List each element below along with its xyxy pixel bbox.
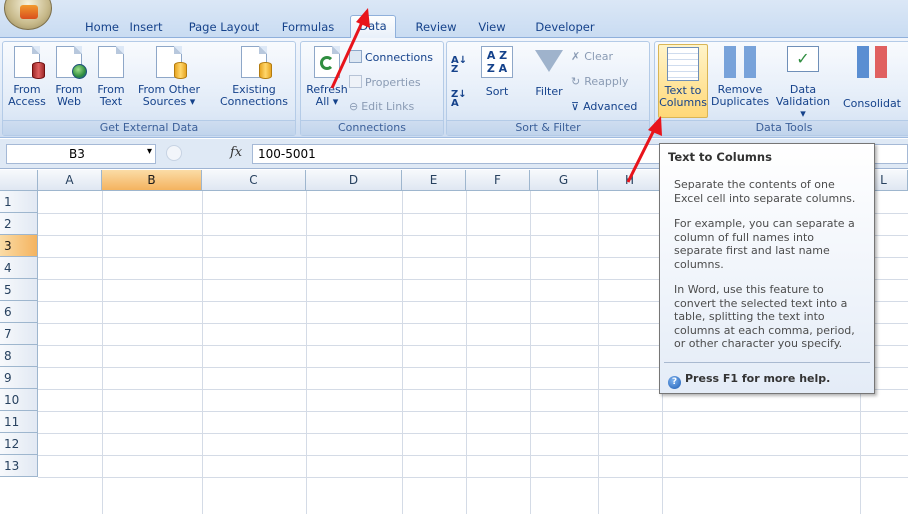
row-header-9[interactable]: 9 [0,367,38,389]
tooltip-title: Text to Columns [668,150,772,164]
tab-developer[interactable]: Developer [532,17,598,38]
tab-page-layout[interactable]: Page Layout [186,17,262,38]
database-icon [156,46,187,79]
row-header-5[interactable]: 5 [0,279,38,301]
office-button[interactable] [4,0,52,30]
gridline [38,433,908,434]
row-header-3[interactable]: 3 [0,235,38,257]
sort-ascending-button[interactable]: A↓ Z [451,55,468,75]
existing-connections-icon [241,46,272,79]
column-header-b[interactable]: B [102,170,202,191]
cancel-formula-icon[interactable] [166,145,182,161]
ribbon: From Access From Web From Text From Other So… [0,38,908,138]
gridline [202,191,203,514]
remove-duplicates-button[interactable]: Remove Duplicates [711,46,769,108]
column-header-d[interactable]: D [306,170,402,191]
group-label-sort-filter: Sort & Filter [447,120,649,135]
reapply-icon: ↻ [571,75,581,88]
from-other-sources-button[interactable]: From Other Sources ▾ [131,46,207,108]
globe-icon [56,46,87,79]
row-header-11[interactable]: 11 [0,411,38,433]
gridline [102,191,103,514]
sort-za-icon: Z↓ A [451,89,467,109]
group-get-external-data: From Access From Web From Text From Other So… [2,41,296,136]
row-header-6[interactable]: 6 [0,301,38,323]
data-validation-icon: ✓ [787,46,819,72]
advanced-filter-icon: ⊽ [571,100,580,113]
clear-filter-button[interactable]: ✗ Clear [571,50,613,63]
existing-connections-button[interactable]: Existing Connections [217,46,291,108]
consolidate-icon [857,46,887,78]
gridline [38,477,908,478]
text-file-icon [98,46,124,78]
annotation-arrow-data-tab [330,8,370,89]
group-label-get-external-data: Get External Data [3,120,295,135]
text-to-columns-button[interactable]: Text to Columns [658,44,708,118]
from-web-button[interactable]: From Web [49,46,89,108]
row-header-4[interactable]: 4 [0,257,38,279]
remove-duplicates-icon [724,46,756,78]
help-icon: ? [668,376,681,389]
gridline [466,191,467,514]
filter-button[interactable]: Filter [529,46,569,98]
tooltip-paragraph-2: For example, you can separate a column o… [674,217,855,271]
tooltip-help: ? Press F1 for more help. [668,372,830,389]
column-header-a[interactable]: A [38,170,102,191]
tab-review[interactable]: Review [412,17,460,38]
row-header-13[interactable]: 13 [0,455,38,477]
edit-links-button[interactable]: ⊖ Edit Links [349,100,414,113]
tooltip-paragraph-1: Separate the contents of one Excel cell … [674,178,856,205]
gridline [402,191,403,514]
column-header-e[interactable]: E [402,170,466,191]
tooltip-paragraph-3: In Word, use this feature to convert the… [674,283,855,350]
sort-dialog-icon: A ZZ A [481,46,513,78]
access-icon [14,46,45,79]
name-box[interactable]: B3 ▾ [6,144,156,164]
ribbon-tab-bar: Home Insert Page Layout Formulas Data Re… [0,0,908,39]
sort-descending-button[interactable]: Z↓ A [451,89,467,109]
clear-filter-icon: ✗ [571,50,581,63]
column-header-c[interactable]: C [202,170,306,191]
tooltip-divider [664,362,870,363]
gridline [598,191,599,514]
gridline [530,191,531,514]
gridline [306,191,307,514]
text-to-columns-tooltip: Text to Columns Separate the contents of… [659,143,875,394]
tab-home[interactable]: Home [80,17,124,38]
tab-insert[interactable]: Insert [124,17,168,38]
from-access-button[interactable]: From Access [7,46,47,108]
sort-button[interactable]: A ZZ A Sort [477,46,517,98]
function-icon[interactable]: fx [230,145,242,160]
column-header-g[interactable]: G [530,170,598,191]
from-text-button[interactable]: From Text [91,46,131,108]
consolidate-button[interactable]: Consolidat [837,46,907,110]
data-validation-button[interactable]: ✓ Data Validation ▾ [773,46,833,120]
funnel-icon [535,50,563,72]
column-header-f[interactable]: F [466,170,530,191]
gridline [38,455,908,456]
reapply-button[interactable]: ↻ Reapply [571,75,628,88]
name-box-dropdown-icon[interactable]: ▾ [147,146,152,157]
tab-view[interactable]: View [472,17,512,38]
row-header-10[interactable]: 10 [0,389,38,411]
row-header-7[interactable]: 7 [0,323,38,345]
select-all-corner[interactable] [0,170,38,191]
group-label-data-tools: Data Tools [655,120,908,135]
group-label-connections: Connections [301,120,443,135]
group-data-tools: Text to Columns Remove Duplicates ✓ Data Va… [654,41,908,136]
row-header-2[interactable]: 2 [0,213,38,235]
row-header-1[interactable]: 1 [0,191,38,213]
text-to-columns-icon [667,47,699,81]
row-header-8[interactable]: 8 [0,345,38,367]
row-header-12[interactable]: 12 [0,433,38,455]
name-box-value: B3 [69,147,85,161]
gridline [38,411,908,412]
annotation-arrow-text-to-columns [626,116,662,183]
link-icon: ⊖ [349,100,359,113]
office-logo-icon [20,5,38,19]
sort-az-icon: A↓ Z [451,55,468,75]
